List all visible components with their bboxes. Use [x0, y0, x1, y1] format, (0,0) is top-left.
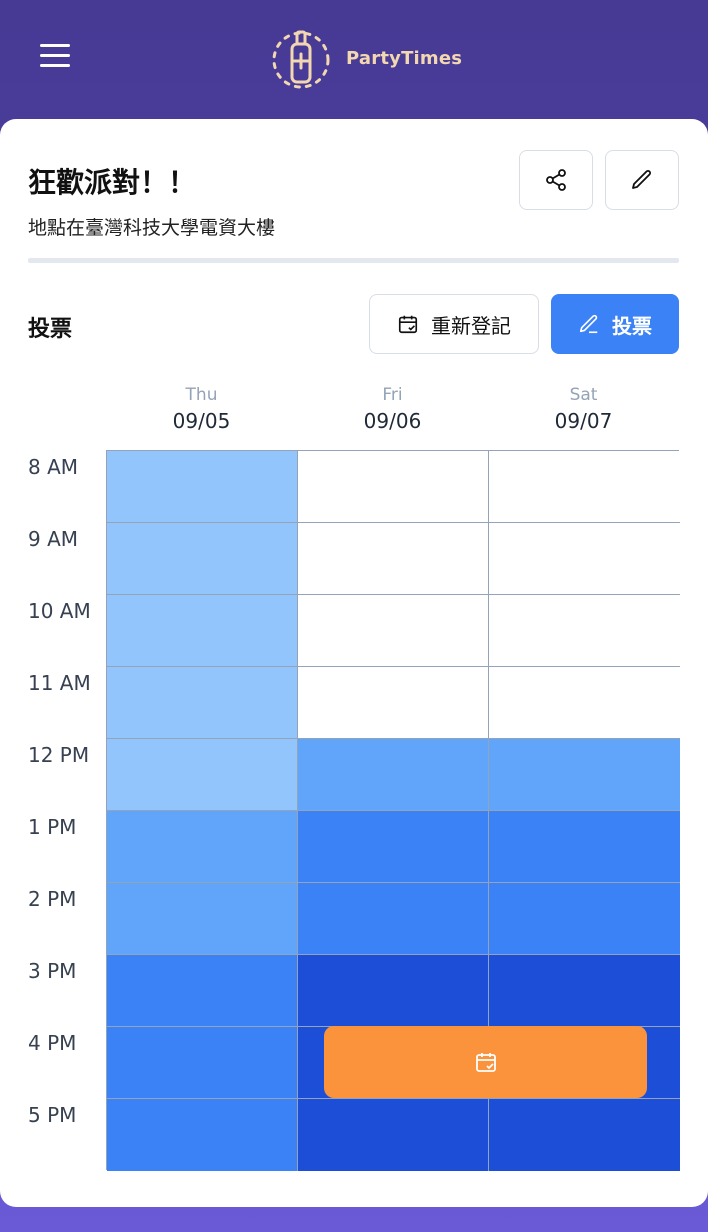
time-label: 10 AM	[28, 599, 91, 623]
day-name: Fri	[382, 385, 403, 405]
time-slot-cell[interactable]	[107, 595, 298, 667]
re-register-button[interactable]: 重新登記	[369, 294, 539, 354]
time-slot-cell[interactable]	[298, 523, 489, 595]
time-slot-cell[interactable]	[107, 451, 298, 523]
time-slot-cell[interactable]	[489, 739, 680, 811]
time-slot-cell[interactable]	[107, 1099, 298, 1171]
re-register-label: 重新登記	[431, 313, 511, 338]
time-slot-cell[interactable]	[107, 523, 298, 595]
day-header-thu: Thu 09/05	[106, 385, 297, 433]
day-date: 09/07	[554, 409, 613, 433]
share-button[interactable]	[519, 150, 593, 210]
brand-name: PartyTimes	[346, 47, 463, 69]
calendar-check-icon	[398, 315, 418, 334]
time-slot-cell[interactable]	[107, 811, 298, 883]
time-slot-cell[interactable]	[107, 739, 298, 811]
pencil-icon	[579, 314, 598, 334]
time-slot-cell[interactable]	[107, 955, 298, 1027]
time-slot-cell[interactable]	[489, 667, 680, 739]
edit-button[interactable]	[605, 150, 679, 210]
time-slot-cell[interactable]	[298, 739, 489, 811]
time-slot-cell[interactable]	[489, 883, 680, 955]
time-slot-cell[interactable]	[298, 667, 489, 739]
vote-button-label: 投票	[612, 313, 652, 338]
time-slot-cell[interactable]	[107, 1027, 298, 1099]
time-slot-cell[interactable]	[489, 451, 680, 523]
menu-button[interactable]	[40, 44, 74, 72]
time-slot-cell[interactable]	[107, 883, 298, 955]
event-location: 地點在臺灣科技大學電資大樓	[28, 217, 276, 239]
section-divider	[28, 258, 679, 263]
time-label: 1 PM	[28, 815, 77, 839]
time-label: 11 AM	[28, 671, 91, 695]
share-icon	[546, 169, 566, 191]
time-slot-cell[interactable]	[489, 955, 680, 1027]
pencil-icon	[632, 170, 651, 189]
champagne-bottle-icon	[272, 30, 330, 89]
vote-section-label: 投票	[28, 317, 73, 342]
day-date: 09/06	[363, 409, 422, 433]
time-slot-cell[interactable]	[298, 595, 489, 667]
time-slot-cell[interactable]	[298, 883, 489, 955]
vote-button[interactable]: 投票	[551, 294, 679, 354]
day-name: Thu	[185, 385, 218, 405]
time-slot-cell[interactable]	[489, 811, 680, 883]
time-label: 12 PM	[28, 743, 90, 767]
time-label: 5 PM	[28, 1103, 77, 1127]
time-slot-cell[interactable]	[107, 667, 298, 739]
brand-logo[interactable]: PartyTimes	[262, 26, 462, 90]
time-slot-cell[interactable]	[298, 1099, 489, 1171]
time-label: 3 PM	[28, 959, 77, 983]
time-label: 2 PM	[28, 887, 77, 911]
time-slot-cell[interactable]	[298, 811, 489, 883]
calendar-check-icon	[475, 1053, 496, 1072]
day-header-sat: Sat 09/07	[488, 385, 679, 433]
hamburger-menu-icon	[40, 44, 70, 47]
scheduled-event-block[interactable]	[324, 1026, 647, 1098]
top-navbar: PartyTimes	[0, 0, 708, 120]
time-slot-cell[interactable]	[489, 595, 680, 667]
time-label: 8 AM	[28, 455, 79, 479]
time-label: 4 PM	[28, 1031, 77, 1055]
day-name: Sat	[569, 385, 598, 405]
event-title: 狂歡派對！！	[28, 166, 197, 199]
time-slot-cell[interactable]	[489, 523, 680, 595]
day-header-fri: Fri 09/06	[297, 385, 488, 433]
day-date: 09/05	[172, 409, 231, 433]
event-card: 狂歡派對！！ 地點在臺灣科技大學電資大樓 投票 重新登記 投票 Thu 09/0…	[0, 119, 708, 1207]
time-slot-cell[interactable]	[489, 1099, 680, 1171]
time-label: 9 AM	[28, 527, 79, 551]
time-slot-cell[interactable]	[298, 955, 489, 1027]
time-slot-cell[interactable]	[298, 451, 489, 523]
